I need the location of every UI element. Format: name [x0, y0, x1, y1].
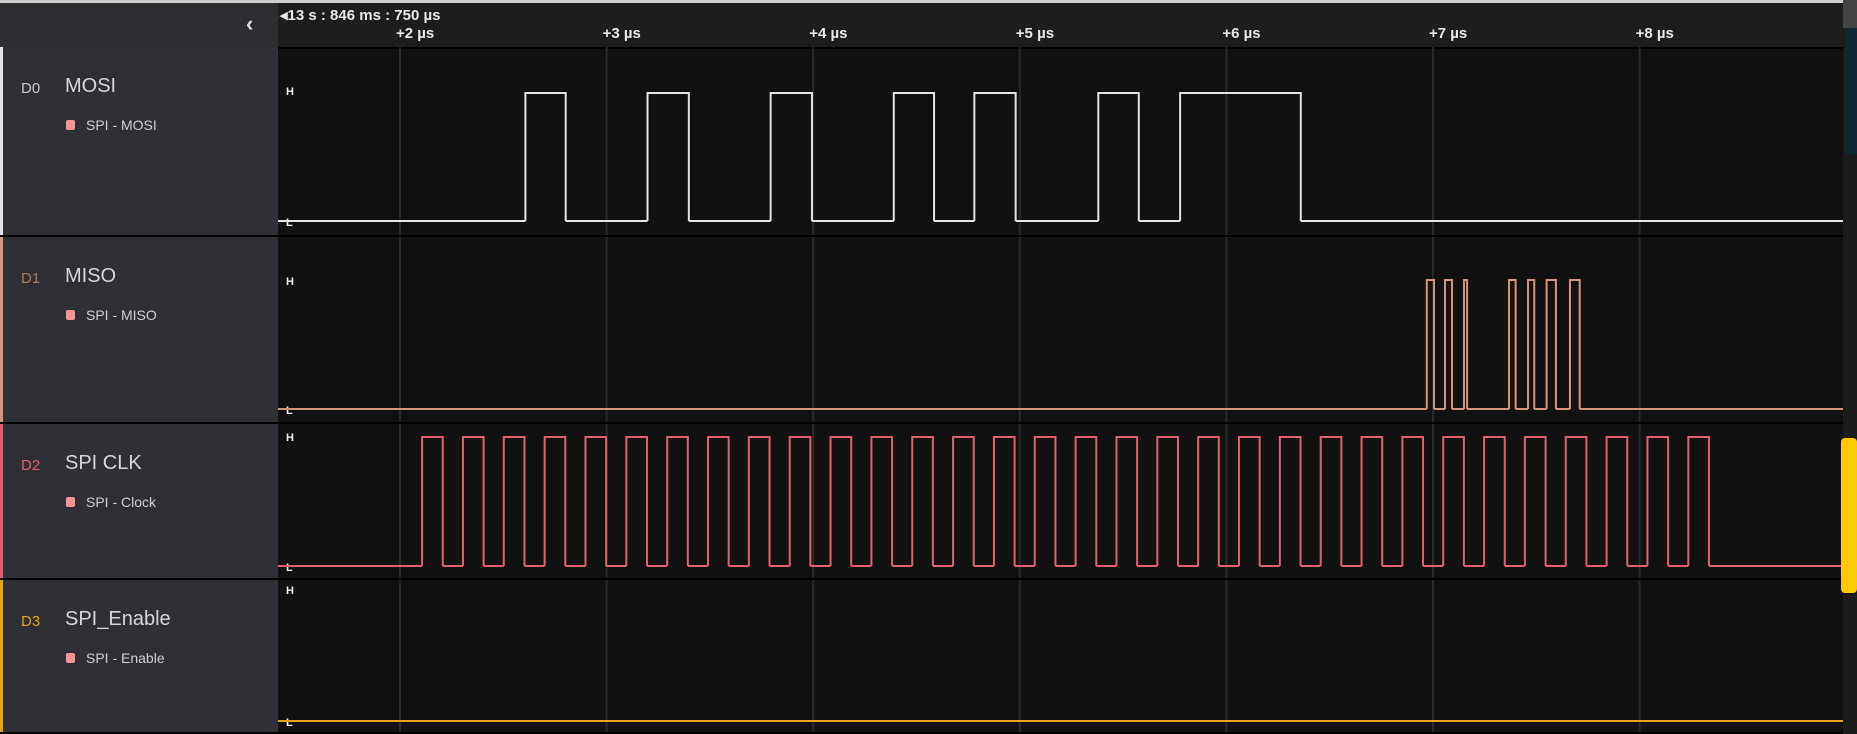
signal-pulse [421, 436, 444, 566]
signal-pulse [1360, 436, 1384, 566]
channel-list-header: ‹ [0, 3, 278, 47]
signal-pulse [1564, 436, 1588, 566]
time-origin-text: 13 s : 846 ms : 750 µs [287, 7, 441, 24]
analyzer-dot-icon [66, 497, 75, 507]
analyzer-label: SPI - MISO [86, 307, 157, 323]
analyzer-label: SPI - Enable [86, 650, 165, 666]
signal-pulse [666, 436, 689, 566]
signal-pulse [1483, 436, 1506, 566]
channel-name[interactable]: MOSI [65, 75, 116, 98]
signal-pulse [1033, 436, 1057, 566]
signal-pulse [1179, 92, 1302, 221]
signal-pulse [1074, 436, 1098, 566]
high-level-label: H [286, 276, 294, 288]
channel-label-panel[interactable]: D0 MOSI SPI - MOSI [0, 47, 278, 235]
signal-pulse [788, 436, 812, 566]
signal-pulse [646, 92, 690, 221]
signal-pulse [461, 436, 485, 566]
signal-pulse [1238, 436, 1261, 566]
channel-index: D3 [21, 613, 41, 630]
signal-pulse [524, 92, 567, 221]
waveform-area[interactable]: HLHLHLHL [278, 47, 1843, 734]
signal-pulse [1443, 279, 1454, 409]
signal-pulse [1401, 436, 1425, 566]
signal-pulse [829, 436, 853, 566]
signal-pulse [1097, 92, 1140, 221]
channel-label-panel[interactable]: D1 MISO SPI - MISO [0, 237, 278, 422]
time-tick-label: +8 µs [1635, 25, 1674, 42]
signal-pulse [1462, 279, 1469, 409]
signal-pulse [1646, 436, 1670, 566]
channel-label-panel[interactable]: D3 SPI_Enable SPI - Enable [0, 580, 278, 732]
analyzer-tag[interactable]: SPI - MOSI [66, 117, 157, 133]
analyzer-tag[interactable]: SPI - Clock [66, 494, 156, 510]
analyzer-label: SPI - MOSI [86, 117, 157, 133]
signal-pulse [892, 92, 936, 221]
signal-pulse [1156, 436, 1179, 566]
chevron-left-icon[interactable]: ‹ [246, 11, 253, 37]
high-level-label: H [286, 585, 294, 597]
signal-pulse [584, 436, 608, 566]
signal-pulse [707, 436, 730, 566]
high-level-label: H [286, 432, 294, 444]
low-level-label: L [286, 717, 293, 729]
analyzer-dot-icon [66, 653, 75, 663]
time-tick-label: +3 µs [602, 25, 641, 42]
signal-pulse [911, 436, 934, 566]
channel-label-panel[interactable]: D2 SPI CLK SPI - Clock [0, 424, 278, 578]
signal-pulse [1687, 436, 1710, 566]
signal-pulse [870, 436, 894, 566]
scrollbar-thumb[interactable] [1841, 438, 1857, 593]
signal-pulse [1278, 436, 1302, 566]
low-level-label: L [286, 405, 293, 417]
analyzer-dot-icon [66, 120, 75, 130]
signal-pulse [543, 436, 567, 566]
low-level-label: L [286, 217, 293, 229]
signal-pulse [1319, 436, 1343, 566]
signal-pulse [502, 436, 526, 566]
channel-name[interactable]: SPI CLK [65, 452, 142, 475]
signal-pulse [1197, 436, 1220, 566]
signal-pulse [1442, 436, 1465, 566]
time-tick-label: +5 µs [1015, 25, 1055, 42]
time-ruler[interactable]: ◂13 s : 846 ms : 750 µs +2 µs +3 µs +4 µs +… [278, 3, 1843, 49]
analyzer-dot-icon [66, 310, 75, 320]
signal-pulse [747, 436, 771, 566]
high-level-label: H [286, 86, 294, 98]
signal-pulse [1605, 436, 1629, 566]
signal-pulse [1115, 436, 1139, 566]
channel-index: D0 [21, 80, 41, 97]
channel-name[interactable]: SPI_Enable [65, 608, 171, 631]
signal-pulse [1527, 279, 1536, 409]
time-tick-label: +2 µs [396, 25, 435, 42]
signal-pulse [625, 436, 648, 566]
signal-pulse [1568, 279, 1581, 409]
vertical-scrollbar[interactable] [1843, 0, 1857, 734]
signal-pulse [769, 92, 813, 221]
analyzer-tag[interactable]: SPI - MISO [66, 307, 157, 323]
time-tick-label: +6 µs [1222, 25, 1261, 42]
signal-pulse [1508, 279, 1517, 409]
signal-pulse [992, 436, 1016, 566]
signal-pulse [1545, 279, 1557, 409]
low-level-label: L [286, 562, 293, 574]
time-origin-label: ◂13 s : 846 ms : 750 µs [280, 7, 441, 24]
signal-pulse [1523, 436, 1547, 566]
analyzer-label: SPI - Clock [86, 494, 157, 510]
channel-name[interactable]: MISO [65, 265, 116, 288]
channel-index: D1 [21, 270, 41, 287]
time-tick-label: +7 µs [1429, 25, 1468, 42]
channel-index: D2 [21, 457, 41, 474]
time-tick-label: +4 µs [809, 25, 848, 42]
signal-pulse [973, 92, 1017, 221]
analyzer-tag[interactable]: SPI - Enable [66, 650, 165, 666]
signal-pulse [952, 436, 975, 566]
